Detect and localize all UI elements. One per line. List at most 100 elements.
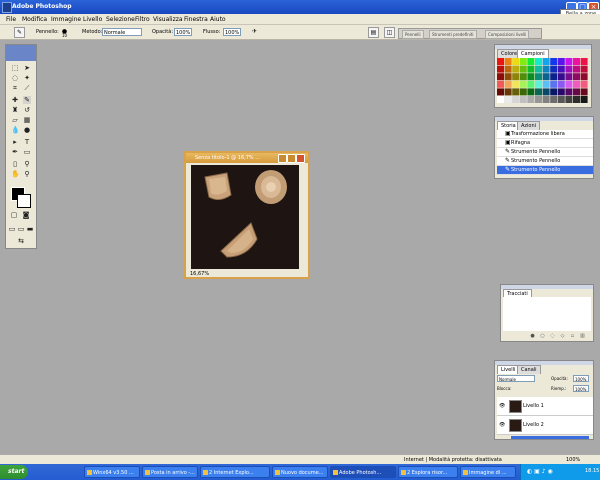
- lasso-tool-icon[interactable]: ◌: [11, 74, 19, 82]
- swatch[interactable]: [512, 58, 520, 65]
- taskbar-item[interactable]: Nuovo docume...: [272, 466, 328, 478]
- swatch[interactable]: [527, 65, 535, 73]
- swatch[interactable]: [512, 65, 520, 73]
- eraser-tool-icon[interactable]: ▱: [11, 116, 19, 124]
- swatch[interactable]: [527, 73, 535, 81]
- swatch[interactable]: [542, 58, 550, 65]
- swatch[interactable]: [565, 96, 573, 103]
- swatch[interactable]: [542, 96, 550, 103]
- document-window[interactable]: Senza titolo-1 @ 16,7% ... 16,67%: [184, 151, 310, 279]
- type-tool-icon[interactable]: T: [23, 138, 31, 146]
- tab-canali[interactable]: Canali: [517, 365, 541, 374]
- swatch[interactable]: [557, 65, 565, 73]
- document-close-button[interactable]: [296, 154, 305, 163]
- brush-tool-icon[interactable]: ✎: [23, 96, 31, 104]
- swatch[interactable]: [504, 80, 512, 88]
- swatch[interactable]: [557, 96, 565, 103]
- gradient-tool-icon[interactable]: ▦: [23, 116, 31, 124]
- tab-azioni[interactable]: Azioni: [517, 121, 541, 130]
- healing-brush-tool-icon[interactable]: ✚: [11, 96, 19, 104]
- trash-icon[interactable]: ▥: [579, 333, 586, 339]
- swatch[interactable]: [565, 73, 573, 81]
- dodge-tool-icon[interactable]: ●: [23, 126, 31, 134]
- eye-icon[interactable]: 👁: [499, 422, 505, 428]
- swatch[interactable]: [557, 80, 565, 88]
- standard-mode-icon[interactable]: ▢: [10, 211, 18, 219]
- marquee-tool-icon[interactable]: ⬚: [11, 64, 19, 72]
- swatch[interactable]: [573, 65, 580, 73]
- document-canvas[interactable]: [191, 165, 299, 269]
- menu-visualizza[interactable]: Visualizza: [153, 16, 183, 23]
- eyedropper-tool-icon[interactable]: ⚲: [23, 160, 31, 168]
- taskbar-item-active[interactable]: Adobe Photosh...: [330, 466, 396, 478]
- well-tab-tool-presets[interactable]: Strumenti predefiniti: [429, 30, 477, 39]
- swatch[interactable]: [542, 73, 550, 81]
- fill-field[interactable]: 100%: [573, 385, 589, 392]
- hand-tool-icon[interactable]: ✋: [11, 170, 20, 178]
- swatch[interactable]: [573, 73, 580, 81]
- taskbar-item[interactable]: Immagine di ...: [460, 466, 516, 478]
- make-path-icon[interactable]: ◇: [559, 333, 566, 339]
- mode-select[interactable]: Normale: [102, 28, 142, 36]
- swatch[interactable]: [557, 58, 565, 65]
- screen-mode-standard-icon[interactable]: ▭: [8, 225, 16, 233]
- pen-tool-icon[interactable]: ✒: [11, 148, 19, 156]
- history-item[interactable]: ▣ Trasformazione libera: [497, 130, 593, 139]
- taskbar-item[interactable]: Winx64 v3.50 ...: [84, 466, 140, 478]
- swatch[interactable]: [527, 96, 535, 103]
- taskbar-item[interactable]: 2 Internet Explo...: [200, 466, 270, 478]
- clock[interactable]: 18.15: [585, 468, 599, 474]
- history-item[interactable]: ✎ Strumento Pennello: [497, 157, 593, 166]
- swatch[interactable]: [535, 73, 542, 81]
- shape-tool-icon[interactable]: ▭: [23, 148, 31, 156]
- swatch[interactable]: [527, 88, 535, 96]
- notes-tool-icon[interactable]: ▯: [11, 160, 19, 168]
- swatch[interactable]: [497, 80, 504, 88]
- swatch[interactable]: [519, 80, 527, 88]
- opacity-field[interactable]: 100%: [174, 28, 192, 36]
- move-tool-icon[interactable]: ➤: [23, 64, 31, 72]
- tab-campioni[interactable]: Campioni: [517, 49, 549, 58]
- fill-path-icon[interactable]: ●: [529, 333, 536, 339]
- swatch[interactable]: [550, 58, 558, 65]
- swatch[interactable]: [565, 58, 573, 65]
- swatch[interactable]: [580, 88, 588, 96]
- blend-mode-select[interactable]: Normale: [497, 375, 535, 382]
- swatch[interactable]: [535, 65, 542, 73]
- swatch[interactable]: [497, 65, 504, 73]
- path-selection-tool-icon[interactable]: ▸: [11, 138, 19, 146]
- taskbar-item[interactable]: 2 Esplora risor...: [398, 466, 458, 478]
- background-color-swatch[interactable]: [17, 194, 31, 208]
- swatch[interactable]: [535, 88, 542, 96]
- history-item[interactable]: ✎ Strumento Pennello: [497, 148, 593, 157]
- history-item[interactable]: ▣ Rifagna: [497, 139, 593, 148]
- swatch[interactable]: [580, 73, 588, 81]
- swatch[interactable]: [550, 80, 558, 88]
- swatch[interactable]: [535, 96, 542, 103]
- menu-livello[interactable]: Livello: [83, 16, 102, 23]
- swatch[interactable]: [527, 80, 535, 88]
- swatch[interactable]: [565, 88, 573, 96]
- swatch[interactable]: [497, 58, 504, 65]
- start-button[interactable]: start: [0, 465, 28, 479]
- swatch[interactable]: [519, 96, 527, 103]
- swatch[interactable]: [580, 96, 588, 103]
- menu-selezione[interactable]: Selezione: [106, 16, 135, 23]
- swatch[interactable]: [550, 73, 558, 81]
- load-selection-icon[interactable]: ◌: [549, 333, 556, 339]
- slice-tool-icon[interactable]: ⟋: [23, 84, 31, 92]
- palette-well-icon[interactable]: ◫: [384, 27, 395, 38]
- menu-file[interactable]: File: [6, 16, 16, 23]
- swatch[interactable]: [497, 96, 504, 103]
- screen-mode-full-icon[interactable]: ▬: [26, 225, 34, 233]
- jump-to-imageready-icon[interactable]: ⇆: [17, 237, 25, 245]
- swatch[interactable]: [573, 88, 580, 96]
- document-minimize-button[interactable]: [278, 154, 287, 163]
- document-zoom-level[interactable]: 16,67%: [190, 271, 209, 277]
- menu-modifica[interactable]: Modifica: [22, 16, 47, 23]
- swatch[interactable]: [550, 96, 558, 103]
- eye-icon[interactable]: 👁: [499, 403, 505, 409]
- stroke-path-icon[interactable]: ○: [539, 333, 546, 339]
- magic-wand-tool-icon[interactable]: ✦: [23, 74, 31, 82]
- zoom-tool-icon[interactable]: ⚲: [23, 170, 31, 178]
